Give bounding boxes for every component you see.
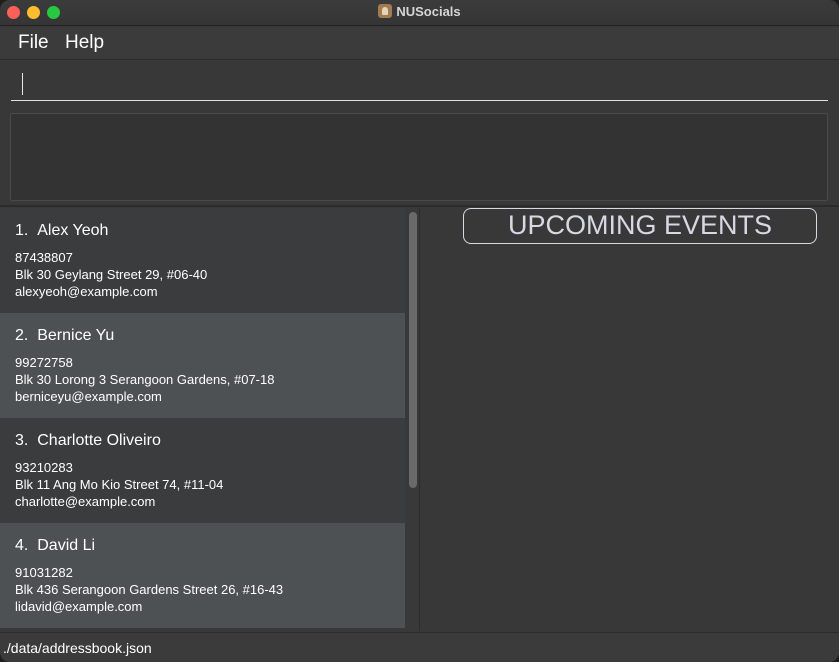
person-index: 2.: [15, 327, 29, 344]
person-phone: 87438807: [15, 250, 73, 265]
result-display[interactable]: [10, 113, 828, 201]
person-index: 1.: [15, 222, 29, 239]
person-name-line: 1. Alex Yeoh: [15, 222, 108, 240]
text-caret: [22, 73, 23, 95]
save-file-path: ./data/addressbook.json: [3, 640, 152, 656]
window-title-group: NUSocials: [0, 4, 839, 19]
person-name-line: 3. Charlotte Oliveiro: [15, 432, 161, 450]
person-email: charlotte@example.com: [15, 494, 156, 509]
person-address: Blk 30 Lorong 3 Serangoon Gardens, #07-1…: [15, 372, 275, 387]
status-bar: ./data/addressbook.json: [0, 632, 839, 662]
menu-help[interactable]: Help: [65, 32, 104, 54]
person-name-line: 4. David Li: [15, 537, 95, 555]
menu-bar: File Help: [0, 27, 839, 60]
command-box: [0, 61, 839, 107]
person-card[interactable]: 1. Alex Yeoh 87438807 Blk 30 Geylang Str…: [0, 208, 405, 313]
person-name: Alex Yeoh: [37, 222, 109, 239]
list-scrollbar-thumb[interactable]: [409, 212, 417, 488]
person-index: 4.: [15, 537, 29, 554]
person-name-line: 2. Bernice Yu: [15, 327, 114, 345]
app-window: NUSocials File Help 1. Alex Yeoh 8743880…: [0, 0, 839, 662]
person-phone: 93210283: [15, 460, 73, 475]
divider: [0, 205, 839, 207]
person-address: Blk 436 Serangoon Gardens Street 26, #16…: [15, 582, 284, 597]
upcoming-events-header: UPCOMING EVENTS: [463, 208, 817, 244]
person-card[interactable]: 4. David Li 91031282 Blk 436 Serangoon G…: [0, 523, 405, 628]
person-list[interactable]: 1. Alex Yeoh 87438807 Blk 30 Geylang Str…: [0, 208, 420, 631]
person-phone: 99272758: [15, 355, 73, 370]
person-address: Blk 11 Ang Mo Kio Street 74, #11-04: [15, 477, 224, 492]
person-phone: 91031282: [15, 565, 73, 580]
app-icon: [378, 4, 393, 18]
menu-file[interactable]: File: [18, 32, 49, 54]
person-address: Blk 30 Geylang Street 29, #06-40: [15, 267, 208, 282]
person-email: lidavid@example.com: [15, 599, 143, 614]
person-name: Bernice Yu: [37, 327, 115, 344]
command-input[interactable]: [11, 65, 828, 101]
person-name: Charlotte Oliveiro: [37, 432, 161, 449]
person-card[interactable]: 3. Charlotte Oliveiro 93210283 Blk 11 An…: [0, 418, 405, 523]
person-index: 3.: [15, 432, 29, 449]
title-bar[interactable]: NUSocials: [0, 0, 839, 26]
person-email: alexyeoh@example.com: [15, 284, 158, 299]
person-card[interactable]: 2. Bernice Yu 99272758 Blk 30 Lorong 3 S…: [0, 313, 405, 418]
person-name: David Li: [37, 537, 96, 554]
person-email: berniceyu@example.com: [15, 389, 162, 404]
window-title: NUSocials: [396, 4, 461, 19]
events-panel: UPCOMING EVENTS: [421, 208, 839, 631]
